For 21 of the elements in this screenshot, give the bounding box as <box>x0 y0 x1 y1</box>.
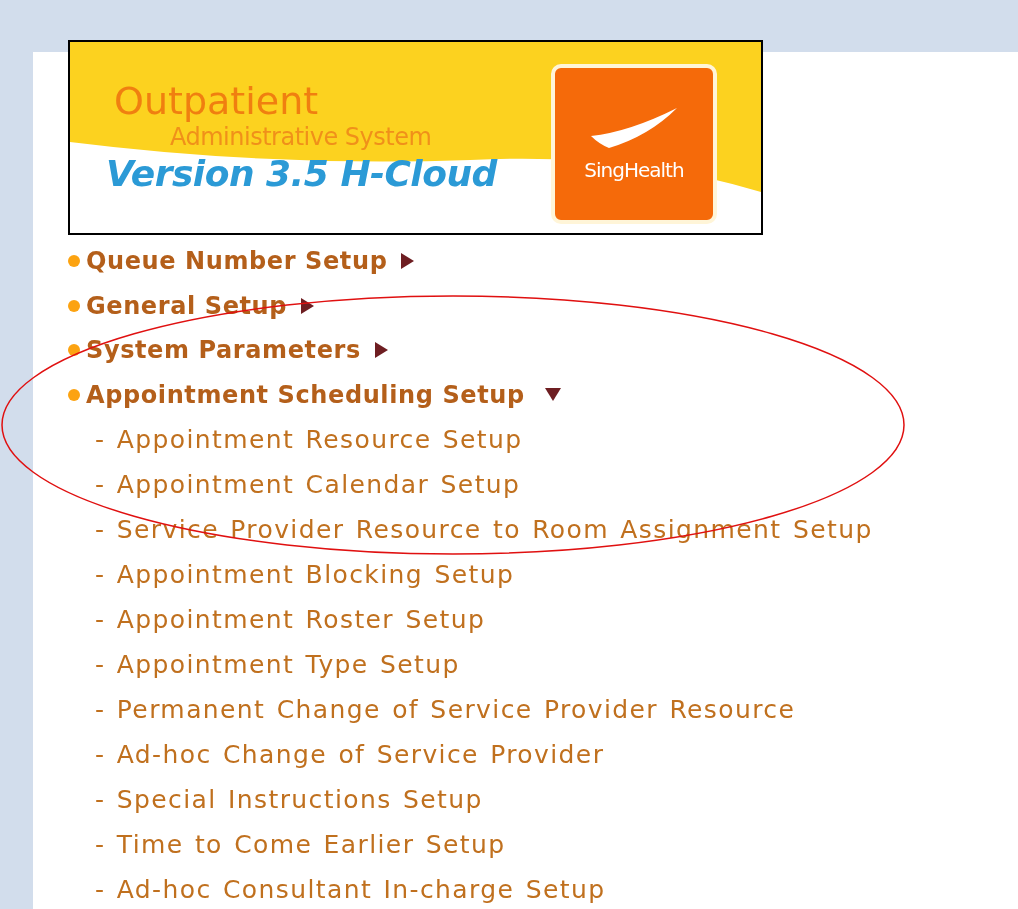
caret-right-icon[interactable] <box>301 297 315 314</box>
menu-item[interactable]: Appointment Scheduling Setup <box>86 380 525 409</box>
submenu-link[interactable]: - Appointment Roster Setup <box>68 597 486 642</box>
menu-item[interactable]: Queue Number Setup <box>86 247 388 276</box>
banner-subtitle: Administrative System <box>169 122 433 151</box>
logo-text: SingHealth <box>584 157 684 182</box>
submenu-link[interactable]: - Appointment Type Setup <box>68 642 460 687</box>
submenu-link[interactable]: - Appointment Blocking Setup <box>68 552 515 597</box>
version-label: Version 3.5 H-Cloud <box>106 151 499 196</box>
submenu-link[interactable]: - Special Instructions Setup <box>68 777 483 822</box>
submenu-link[interactable]: - Time to Come Earlier Setup <box>68 822 506 867</box>
caret-right-icon[interactable] <box>401 253 415 270</box>
caret-down-icon[interactable] <box>544 388 561 402</box>
submenu-link[interactable]: - Appointment Resource Setup <box>68 417 523 462</box>
banner-title: Outpatient <box>113 78 320 123</box>
submenu-link[interactable]: - Ad-hoc Change of Service Provider <box>68 732 605 777</box>
caret-right-icon[interactable] <box>374 342 388 359</box>
menu-item[interactable]: System Parameters <box>86 336 361 365</box>
submenu-link[interactable]: - Permanent Change of Service Provider Resource <box>68 687 796 732</box>
submenu-link[interactable]: - Ad-hoc Consultant In-charge Setup <box>68 867 606 909</box>
submenu-link[interactable]: - Appointment Calendar Setup <box>68 462 521 507</box>
